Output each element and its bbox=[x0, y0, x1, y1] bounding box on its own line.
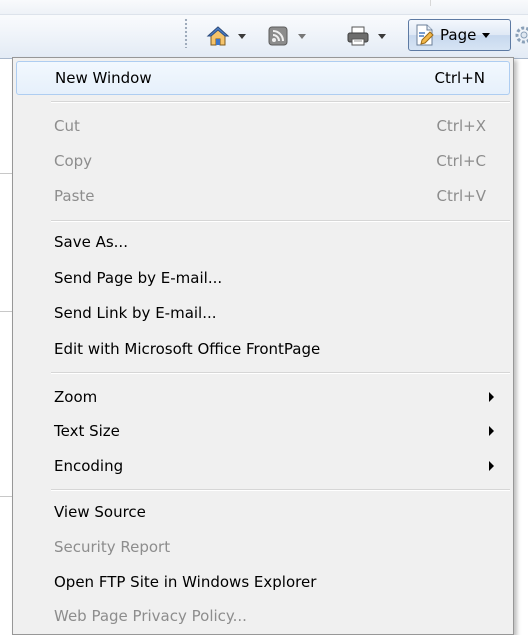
menu-item-label: Encoding bbox=[54, 457, 124, 475]
ie-page-menu-screen: Page New Window Ctrl+N Cut Ctrl+X Copy C… bbox=[0, 0, 528, 635]
menu-item-label: Paste bbox=[54, 187, 95, 205]
page-menu-button[interactable]: Page bbox=[408, 19, 511, 51]
menu-item-label: Send Page by E-mail... bbox=[54, 269, 223, 287]
submenu-arrow-icon bbox=[489, 461, 494, 471]
menu-separator bbox=[51, 220, 510, 222]
feeds-icon bbox=[268, 26, 288, 46]
menu-item-view-source[interactable]: View Source bbox=[16, 495, 510, 529]
page-dropdown-arrow bbox=[482, 32, 491, 38]
menu-item-cut[interactable]: Cut Ctrl+X bbox=[16, 109, 510, 143]
menu-item-label: Security Report bbox=[54, 538, 171, 556]
submenu-arrow-icon bbox=[489, 392, 494, 402]
page-background-line bbox=[0, 173, 12, 174]
home-icon bbox=[206, 26, 230, 46]
page-icon bbox=[416, 24, 434, 46]
menu-item-encoding[interactable]: Encoding bbox=[16, 449, 510, 483]
menu-item-open-ftp-site[interactable]: Open FTP Site in Windows Explorer bbox=[16, 565, 510, 599]
page-background-line bbox=[0, 496, 12, 497]
home-button[interactable] bbox=[206, 22, 246, 50]
menu-item-text-size[interactable]: Text Size bbox=[16, 414, 510, 448]
menu-item-edit-with-frontpage[interactable]: Edit with Microsoft Office FrontPage bbox=[16, 332, 510, 366]
menu-item-send-page-by-email[interactable]: Send Page by E-mail... bbox=[16, 261, 510, 295]
menu-item-shortcut: Ctrl+C bbox=[436, 152, 486, 170]
menu-item-zoom[interactable]: Zoom bbox=[16, 380, 510, 414]
command-bar-divider bbox=[430, 0, 431, 6]
menu-item-shortcut: Ctrl+X bbox=[436, 117, 486, 135]
menu-item-label: Cut bbox=[54, 117, 80, 135]
menu-item-send-link-by-email[interactable]: Send Link by E-mail... bbox=[16, 296, 510, 330]
home-dropdown-arrow[interactable] bbox=[238, 33, 246, 39]
menu-item-label: Edit with Microsoft Office FrontPage bbox=[54, 340, 321, 358]
menu-item-label: Open FTP Site in Windows Explorer bbox=[54, 573, 317, 591]
command-bar: Page bbox=[0, 0, 528, 59]
page-background-line bbox=[0, 311, 12, 312]
print-icon bbox=[347, 26, 369, 46]
menu-item-label: View Source bbox=[54, 503, 146, 521]
menu-separator bbox=[51, 489, 510, 491]
menu-item-copy[interactable]: Copy Ctrl+C bbox=[16, 144, 510, 178]
menu-item-label: New Window bbox=[55, 69, 152, 87]
menu-item-paste[interactable]: Paste Ctrl+V bbox=[16, 179, 510, 213]
submenu-arrow-icon bbox=[489, 426, 494, 436]
menu-item-new-window[interactable]: New Window Ctrl+N bbox=[16, 61, 510, 95]
feeds-button[interactable] bbox=[266, 22, 306, 50]
menu-item-label: Web Page Privacy Policy... bbox=[54, 607, 247, 625]
page-menu: New Window Ctrl+N Cut Ctrl+X Copy Ctrl+C… bbox=[12, 57, 514, 635]
menu-item-label: Text Size bbox=[54, 422, 120, 440]
feeds-dropdown-arrow[interactable] bbox=[298, 33, 306, 39]
menu-item-label: Zoom bbox=[54, 388, 98, 406]
menu-separator bbox=[51, 372, 510, 374]
print-button[interactable] bbox=[346, 22, 386, 50]
menu-item-label: Copy bbox=[54, 152, 93, 170]
command-bar-top-strip bbox=[0, 0, 528, 15]
menu-item-label: Send Link by E-mail... bbox=[54, 304, 217, 322]
menu-item-security-report[interactable]: Security Report bbox=[16, 530, 510, 564]
menu-item-privacy-policy[interactable]: Web Page Privacy Policy... bbox=[16, 599, 510, 633]
menu-item-label: Save As... bbox=[54, 233, 128, 251]
menu-item-shortcut: Ctrl+N bbox=[434, 69, 485, 87]
page-menu-label: Page bbox=[440, 26, 477, 44]
menu-item-shortcut: Ctrl+V bbox=[436, 187, 486, 205]
toolbar-grip-handle[interactable] bbox=[184, 18, 188, 48]
menu-separator bbox=[51, 101, 510, 103]
print-dropdown-arrow[interactable] bbox=[378, 33, 386, 39]
gear-icon[interactable] bbox=[513, 24, 528, 46]
menu-item-save-as[interactable]: Save As... bbox=[16, 225, 510, 259]
